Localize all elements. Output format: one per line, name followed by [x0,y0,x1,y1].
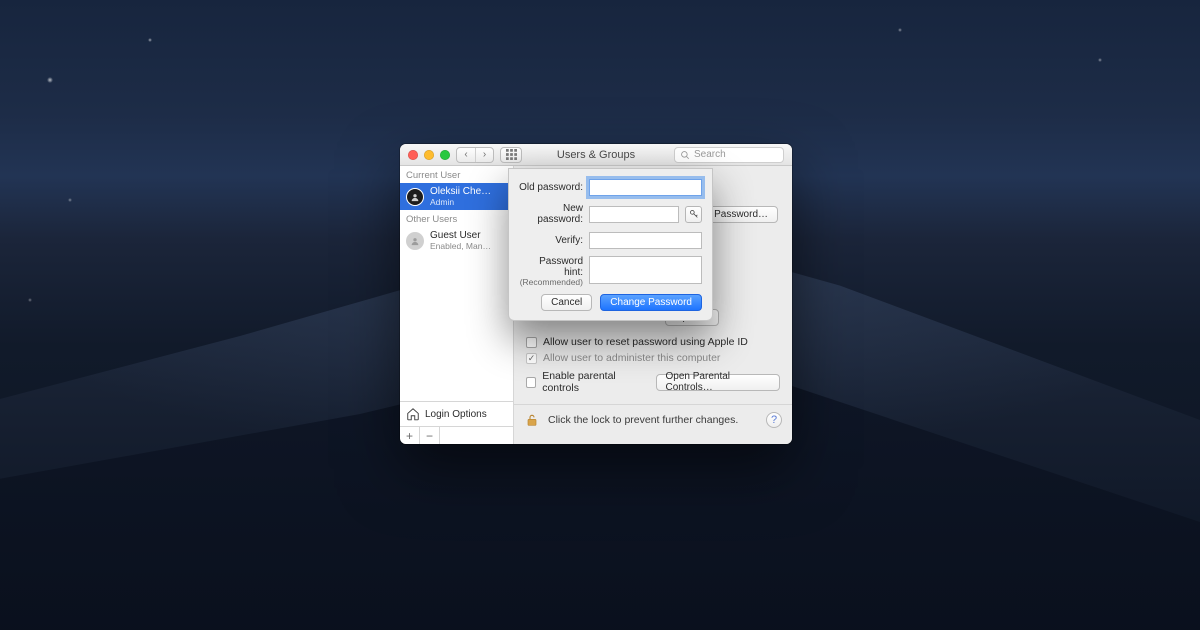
close-icon[interactable] [408,150,418,160]
change-password-button[interactable]: Password… [704,206,778,223]
allow-reset-checkbox[interactable] [526,337,537,348]
nav-back-forward[interactable]: ‹ › [456,147,494,163]
avatar-icon [406,232,424,250]
remove-user-button[interactable]: − [420,427,440,444]
old-password-input[interactable] [589,179,702,196]
change-password-confirm-button[interactable]: Change Password [600,294,702,311]
verify-password-input[interactable] [589,232,702,249]
sidebar-item-current-user[interactable]: Oleksii Che… Admin [400,183,513,210]
verify-label: Verify: [519,235,583,246]
sidebar-item-label: Guest User [430,230,491,241]
lock-text: Click the lock to prevent further change… [548,414,738,426]
desktop-wallpaper: ‹ › Users & Groups Search [0,0,1200,630]
login-options[interactable]: Login Options [400,401,513,426]
sidebar-item-role: Admin [430,197,491,207]
unlocked-lock-icon[interactable] [524,412,540,428]
new-password-label: New password: [519,203,583,225]
allow-reset-label: Allow user to reset password using Apple… [543,336,748,348]
sidebar-item-guest-user[interactable]: Guest User Enabled, Man… [400,227,513,254]
sidebar-item-role: Enabled, Man… [430,241,491,251]
forward-icon[interactable]: › [475,148,493,162]
new-password-input[interactable] [589,206,679,223]
help-button[interactable]: ? [766,412,782,428]
key-icon [689,209,699,219]
lock-bar: Click the lock to prevent further change… [514,404,792,435]
window-traffic-lights [400,150,450,160]
add-remove-toolbar: + − [400,426,513,444]
search-input[interactable]: Search [674,147,784,163]
sidebar-section-current: Current User [400,166,513,183]
cancel-button[interactable]: Cancel [541,294,592,311]
login-options-label: Login Options [425,409,487,420]
grid-icon [506,149,517,160]
allow-admin-checkbox: ✓ [526,353,537,364]
password-assistant-button[interactable] [685,206,702,223]
minimize-icon[interactable] [424,150,434,160]
search-icon [680,150,690,160]
zoom-icon[interactable] [440,150,450,160]
sidebar-section-other: Other Users [400,210,513,227]
allow-admin-label: Allow user to administer this computer [543,352,720,364]
house-icon [406,407,420,421]
open-parental-controls-button[interactable]: Open Parental Controls… [656,374,780,391]
search-placeholder: Search [694,149,726,160]
window-titlebar[interactable]: ‹ › Users & Groups Search [400,144,792,166]
parental-controls-label: Enable parental controls [542,370,645,394]
hint-label: Password hint: (Recommended) [519,256,583,287]
show-all-button[interactable] [500,147,522,163]
parental-controls-checkbox[interactable] [526,377,536,388]
change-password-sheet: Old password: New password: Verify: Pass… [508,168,713,321]
avatar-icon [406,188,424,206]
users-sidebar: Current User Oleksii Che… Admin Other Us… [400,166,514,444]
old-password-label: Old password: [519,182,583,193]
sidebar-item-label: Oleksii Che… [430,186,491,197]
password-hint-input[interactable] [589,256,702,284]
add-user-button[interactable]: + [400,427,420,444]
back-icon[interactable]: ‹ [457,148,475,162]
